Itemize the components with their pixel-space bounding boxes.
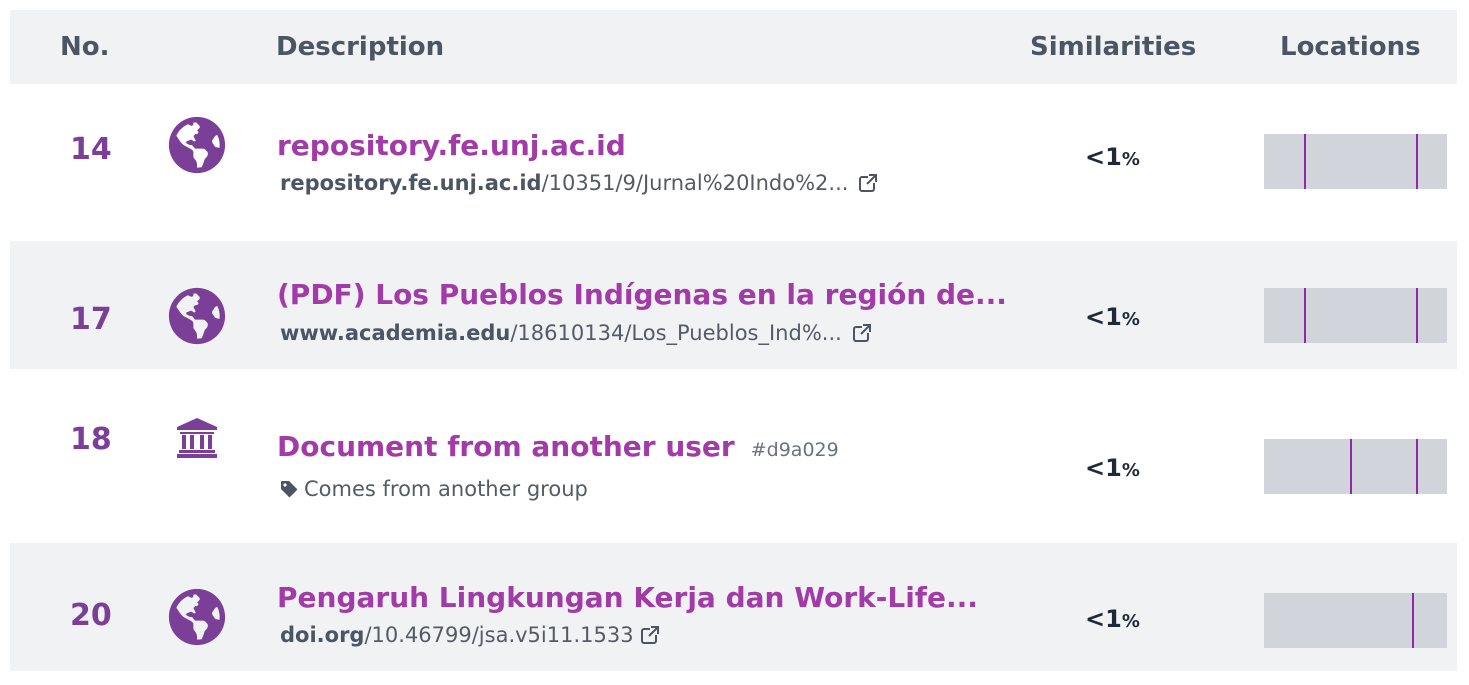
external-link-icon[interactable] xyxy=(852,323,872,343)
similarity-sources-table: No. Description Similarities Locations 1… xyxy=(0,0,1469,685)
location-marker[interactable] xyxy=(1350,439,1352,494)
source-number: 14 xyxy=(70,132,112,167)
locations-bar[interactable] xyxy=(1264,439,1447,494)
source-tag: #d9a029 xyxy=(750,439,839,461)
bank-icon xyxy=(168,412,226,470)
header-locations: Locations xyxy=(1280,32,1421,62)
source-url-path: /10.46799/jsa.v5i11.1533 xyxy=(364,623,634,647)
similarity-value: <1% xyxy=(1085,605,1140,633)
similarity-value: <1% xyxy=(1085,454,1140,482)
source-title[interactable]: Document from another user #d9a029 xyxy=(277,430,839,463)
source-title[interactable]: repository.fe.unj.ac.id xyxy=(277,129,626,162)
table-header: No. Description Similarities Locations xyxy=(10,10,1457,84)
header-no: No. xyxy=(60,32,110,62)
table-row: 20 Pengaruh Lingkungan Kerja dan Work-Li… xyxy=(10,543,1457,671)
similarity-value: <1% xyxy=(1085,143,1140,171)
source-url-domain: www.academia.edu xyxy=(280,321,511,345)
source-title[interactable]: (PDF) Los Pueblos Indígenas en la región… xyxy=(277,278,1007,311)
external-link-icon[interactable] xyxy=(858,173,879,193)
location-marker[interactable] xyxy=(1416,439,1418,494)
source-url[interactable]: doi.org/10.46799/jsa.v5i11.1533 xyxy=(280,623,660,647)
globe-icon xyxy=(168,116,226,174)
source-url[interactable]: www.academia.edu/18610134/Los_Pueblos_In… xyxy=(280,321,872,345)
table-row: 14 repository.fe.unj.ac.id repository.fe… xyxy=(10,91,1457,195)
globe-icon xyxy=(168,588,226,646)
source-url-path: /18610134/Los_Pueblos_Ind%... xyxy=(510,321,842,345)
source-url-path: /10351/9/Jurnal%20Indo%2... xyxy=(541,171,849,195)
source-title[interactable]: Pengaruh Lingkungan Kerja dan Work-Life.… xyxy=(277,581,978,614)
source-number: 20 xyxy=(70,598,112,633)
header-description: Description xyxy=(276,32,445,62)
source-url[interactable]: repository.fe.unj.ac.id/10351/9/Jurnal%2… xyxy=(280,171,879,195)
table-row: 18 Document from another user #d9a029 Com… xyxy=(10,392,1457,501)
table-row: 17 (PDF) Los Pueblos Indígenas en la reg… xyxy=(10,241,1457,369)
location-marker[interactable] xyxy=(1416,134,1418,189)
tag-icon xyxy=(280,480,298,498)
location-marker[interactable] xyxy=(1304,134,1306,189)
external-link-icon[interactable] xyxy=(640,625,660,645)
locations-bar[interactable] xyxy=(1264,288,1447,343)
source-group-label: Comes from another group xyxy=(304,477,588,501)
location-marker[interactable] xyxy=(1416,288,1418,343)
location-marker[interactable] xyxy=(1412,593,1414,648)
locations-bar[interactable] xyxy=(1264,593,1447,648)
globe-icon xyxy=(168,287,226,345)
header-similarities: Similarities xyxy=(1030,32,1197,62)
location-marker[interactable] xyxy=(1304,288,1306,343)
source-url-domain: doi.org xyxy=(280,623,365,647)
source-number: 17 xyxy=(70,302,112,337)
similarity-value: <1% xyxy=(1085,303,1140,331)
source-url-domain: repository.fe.unj.ac.id xyxy=(280,171,542,195)
locations-bar[interactable] xyxy=(1264,134,1447,189)
source-number: 18 xyxy=(70,422,112,457)
source-group: Comes from another group xyxy=(280,477,588,501)
